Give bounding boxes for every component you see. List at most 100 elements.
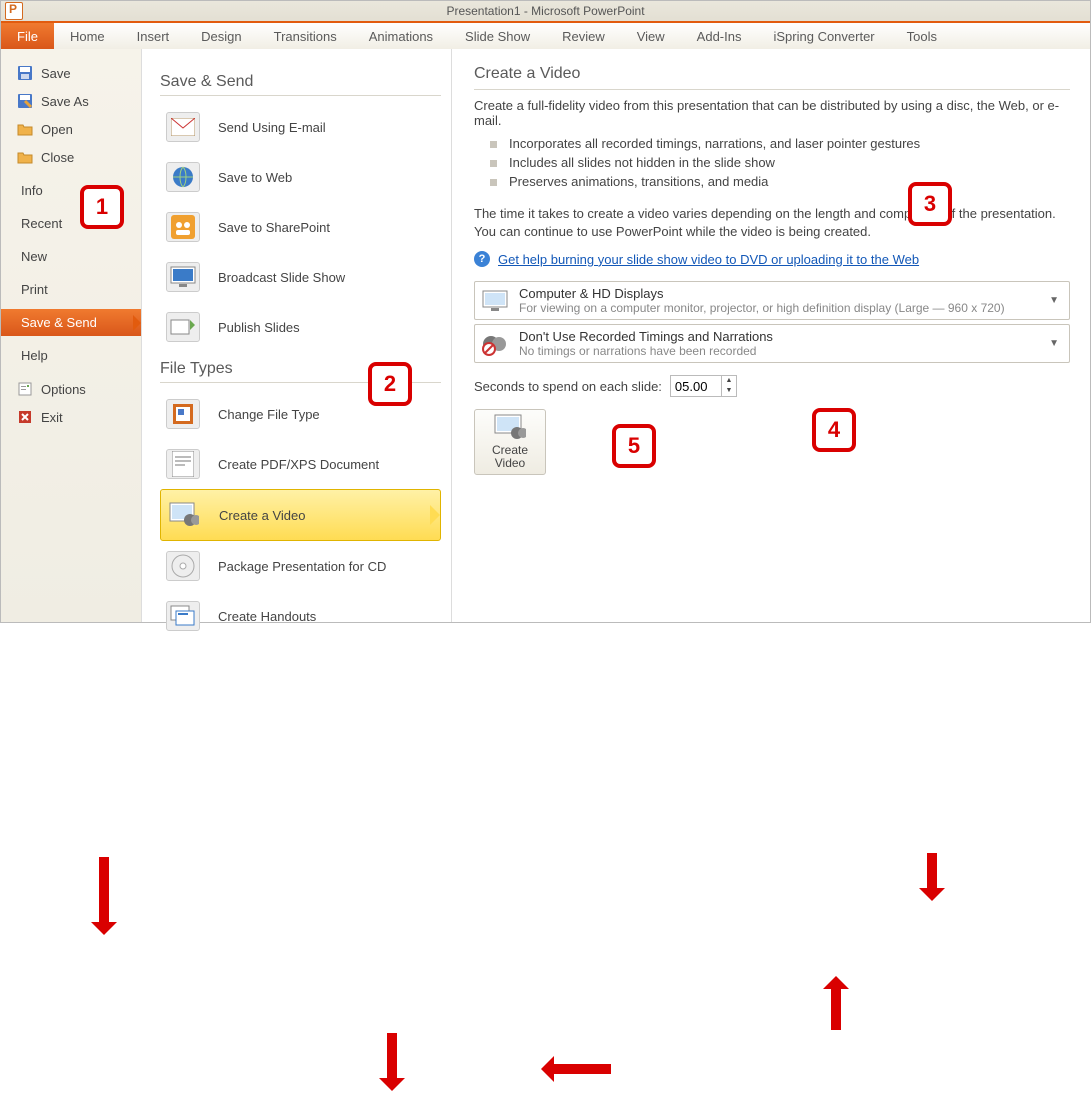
bullet-2-text: Includes all slides not hidden in the sl…: [509, 155, 775, 170]
bullet-3-text: Preserves animations, transitions, and m…: [509, 174, 768, 189]
options-icon: [17, 381, 33, 397]
video-icon: [167, 500, 201, 530]
tab-home[interactable]: Home: [54, 23, 121, 49]
menu-new[interactable]: New: [1, 243, 141, 270]
tab-insert[interactable]: Insert: [121, 23, 186, 49]
content-desc: Create a full-fidelity video from this p…: [474, 98, 1070, 128]
tab-view[interactable]: View: [621, 23, 681, 49]
sharepoint-icon: [166, 212, 200, 242]
item-package-cd-label: Package Presentation for CD: [218, 559, 386, 574]
menu-exit[interactable]: Exit: [1, 403, 141, 431]
no-timings-icon: [481, 330, 509, 358]
bullet-icon: [490, 160, 497, 167]
item-package-cd[interactable]: Package Presentation for CD: [160, 541, 441, 591]
callout-badge: 5: [612, 424, 656, 468]
spinner-buttons[interactable]: ▲▼: [721, 376, 736, 396]
bullet-3: Preserves animations, transitions, and m…: [474, 172, 1070, 191]
menu-help-label: Help: [21, 348, 48, 363]
save-send-column: Save & Send Send Using E-mail Save to We…: [141, 49, 451, 622]
content-heading: Create a Video: [474, 65, 1070, 83]
dropdown-resolution-title: Computer & HD Displays: [519, 286, 1045, 301]
callout-1: 1: [80, 185, 124, 229]
item-send-email-label: Send Using E-mail: [218, 120, 326, 135]
menu-save-as[interactable]: Save As: [1, 87, 141, 115]
menu-recent-label: Recent: [21, 216, 62, 231]
callout-badge: 3: [908, 182, 952, 226]
menu-print[interactable]: Print: [1, 276, 141, 303]
callout-3: 3: [908, 182, 952, 226]
tab-ispring[interactable]: iSpring Converter: [757, 23, 890, 49]
menu-open-label: Open: [41, 122, 73, 137]
item-save-sharepoint[interactable]: Save to SharePoint: [160, 202, 441, 252]
item-create-handouts[interactable]: Create Handouts: [160, 591, 441, 641]
item-create-video-label: Create a Video: [219, 508, 306, 523]
tab-file[interactable]: File: [1, 23, 54, 49]
create-video-button[interactable]: Create Video: [474, 409, 546, 475]
open-icon: [17, 121, 33, 137]
help-link[interactable]: Get help burning your slide show video t…: [498, 252, 919, 267]
item-publish[interactable]: Publish Slides: [160, 302, 441, 352]
tab-transitions[interactable]: Transitions: [258, 23, 353, 49]
callout-5: 5: [612, 424, 656, 468]
content-pane: Create a Video Create a full-fidelity vi…: [451, 49, 1090, 622]
bullet-1-text: Incorporates all recorded timings, narra…: [509, 136, 920, 151]
exit-icon: [17, 409, 33, 425]
bullet-icon: [490, 179, 497, 186]
item-create-handouts-label: Create Handouts: [218, 609, 316, 624]
bullet-icon: [490, 141, 497, 148]
item-change-type-label: Change File Type: [218, 407, 320, 422]
backstage: Save Save As Open Close Info Recent New …: [1, 49, 1090, 622]
dropdown-timings-sub: No timings or narrations have been recor…: [519, 344, 1045, 358]
item-save-web-label: Save to Web: [218, 170, 292, 185]
item-broadcast-label: Broadcast Slide Show: [218, 270, 345, 285]
tab-animations[interactable]: Animations: [353, 23, 449, 49]
menu-close[interactable]: Close: [1, 143, 141, 171]
item-create-pdf[interactable]: Create PDF/XPS Document: [160, 439, 441, 489]
item-save-web[interactable]: Save to Web: [160, 152, 441, 202]
file-menu: Save Save As Open Close Info Recent New …: [1, 49, 141, 622]
callout-badge: 2: [368, 362, 412, 406]
seconds-row: Seconds to spend on each slide: ▲▼: [474, 375, 1070, 397]
item-broadcast[interactable]: Broadcast Slide Show: [160, 252, 441, 302]
window-title: Presentation1 - Microsoft PowerPoint: [446, 4, 644, 18]
callout-2: 2: [368, 362, 412, 406]
dropdown-resolution[interactable]: Computer & HD Displays For viewing on a …: [474, 281, 1070, 320]
menu-new-label: New: [21, 249, 47, 264]
tab-review[interactable]: Review: [546, 23, 621, 49]
bullet-1: Incorporates all recorded timings, narra…: [474, 134, 1070, 153]
menu-open[interactable]: Open: [1, 115, 141, 143]
tab-add-ins[interactable]: Add-Ins: [681, 23, 758, 49]
broadcast-icon: [166, 262, 200, 292]
chevron-down-icon: ▼: [1045, 295, 1063, 306]
help-icon: ?: [474, 251, 490, 267]
menu-help[interactable]: Help: [1, 342, 141, 369]
seconds-spinner[interactable]: ▲▼: [670, 375, 737, 397]
monitor-icon: [481, 287, 509, 315]
item-create-video[interactable]: Create a Video: [160, 489, 441, 541]
item-send-email[interactable]: Send Using E-mail: [160, 102, 441, 152]
tab-tools[interactable]: Tools: [891, 23, 953, 49]
window: Presentation1 - Microsoft PowerPoint Fil…: [0, 0, 1091, 623]
tab-slide-show[interactable]: Slide Show: [449, 23, 546, 49]
menu-save[interactable]: Save: [1, 59, 141, 87]
content-para: The time it takes to create a video vari…: [474, 205, 1070, 241]
cd-icon: [166, 551, 200, 581]
save-icon: [17, 65, 33, 81]
email-icon: [166, 112, 200, 142]
title-bar: Presentation1 - Microsoft PowerPoint: [1, 1, 1090, 21]
menu-options-label: Options: [41, 382, 86, 397]
menu-exit-label: Exit: [41, 410, 63, 425]
spinner-up-icon[interactable]: ▲: [722, 376, 736, 386]
callout-badge: 1: [80, 185, 124, 229]
seconds-input[interactable]: [671, 376, 721, 396]
publish-icon: [166, 312, 200, 342]
spinner-down-icon[interactable]: ▼: [722, 386, 736, 396]
dropdown-timings[interactable]: Don't Use Recorded Timings and Narration…: [474, 324, 1070, 363]
menu-save-send[interactable]: Save & Send: [1, 309, 141, 336]
item-create-pdf-label: Create PDF/XPS Document: [218, 457, 379, 472]
menu-options[interactable]: Options: [1, 375, 141, 403]
dropdown-timings-title: Don't Use Recorded Timings and Narration…: [519, 329, 1045, 344]
tab-design[interactable]: Design: [185, 23, 257, 49]
item-publish-label: Publish Slides: [218, 320, 300, 335]
close-folder-icon: [17, 149, 33, 165]
